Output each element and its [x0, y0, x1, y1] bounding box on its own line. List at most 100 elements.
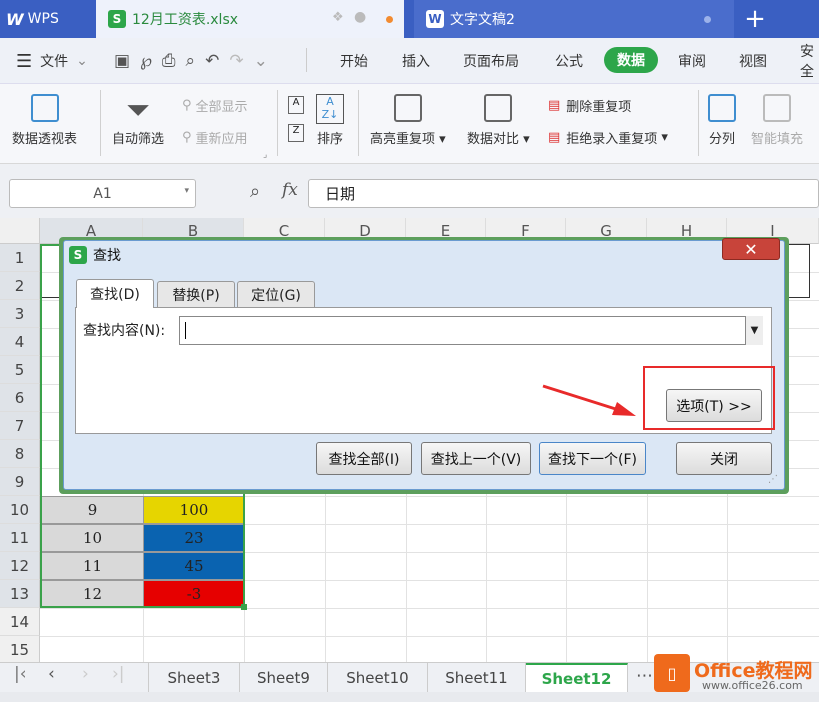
menu-data[interactable]: 数据	[604, 47, 658, 73]
row-header-4[interactable]: 4	[0, 328, 40, 356]
prev-sheet-icon[interactable]: ‹	[48, 664, 55, 684]
status-bar	[0, 692, 819, 702]
bulb-icon[interactable]: ●	[354, 9, 366, 25]
find-all-button[interactable]: 查找全部(I)	[316, 442, 412, 475]
file-menu[interactable]: ☰ 文件 ⌄	[16, 38, 88, 84]
row-header-5[interactable]: 5	[0, 356, 40, 384]
tab-find[interactable]: 查找(D)	[76, 279, 154, 308]
reapply-button[interactable]: ⚲ 重新应用	[182, 128, 248, 147]
pivot-table-button[interactable]: 数据透视表	[12, 94, 77, 147]
text-cursor	[185, 322, 186, 339]
highlight-duplicates-icon	[393, 94, 422, 122]
dialog-title-bar[interactable]: S 查找	[63, 240, 785, 270]
dialog-launcher-icon[interactable]: ⌟	[263, 150, 267, 160]
print-icon[interactable]: ⎙	[162, 51, 186, 71]
menu-review[interactable]: 审阅	[678, 38, 706, 84]
highlight-duplicates-button[interactable]: 高亮重复项 ▾	[370, 94, 446, 147]
last-sheet-icon[interactable]: ›|	[112, 664, 125, 684]
sort-asc-icon[interactable]: A	[288, 96, 304, 114]
find-content-input[interactable]	[179, 316, 763, 345]
reject-duplicates-button[interactable]: ▤ 拒绝录入重复项 ▾	[548, 128, 668, 147]
row-header-3[interactable]: 3	[0, 300, 40, 328]
row-header-12[interactable]: 12	[0, 552, 40, 580]
chevron-down-icon: ▾	[661, 130, 668, 145]
chevron-down-icon[interactable]: ⌄	[254, 51, 278, 71]
tab-doc-file[interactable]: W 文字文稿2	[414, 0, 734, 38]
cell-reference: A1	[93, 185, 112, 202]
menu-page-layout[interactable]: 页面布局	[463, 38, 519, 84]
sheet-tab-sheet11[interactable]: Sheet11	[428, 663, 526, 692]
row-header-8[interactable]: 8	[0, 440, 40, 468]
data-compare-button[interactable]: 数据对比 ▾	[467, 94, 530, 147]
chevron-down-icon: ▼	[750, 325, 759, 336]
row-header-1[interactable]: 1	[0, 244, 40, 272]
spreadsheet-icon: S	[69, 246, 87, 264]
sheet-tab-sheet10[interactable]: Sheet10	[328, 663, 428, 692]
zoom-search-icon[interactable]: ⌕	[250, 181, 260, 202]
show-all-button[interactable]: ⚲ 全部显示	[182, 96, 248, 115]
dialog-title: 查找	[93, 248, 121, 264]
find-previous-button[interactable]: 查找上一个(V)	[421, 442, 531, 475]
ribbon-divider	[277, 90, 278, 156]
row-header-11[interactable]: 11	[0, 524, 40, 552]
undo-icon[interactable]: ↶	[205, 51, 229, 71]
pivot-table-label: 数据透视表	[12, 132, 78, 147]
spreadsheet-icon: S	[108, 10, 126, 28]
tab-goto[interactable]: 定位(G)	[237, 281, 315, 307]
tab-xlsx-file[interactable]: S 12月工资表.xlsx ❖ ●	[96, 0, 404, 38]
options-button[interactable]: 选项(T) >>	[666, 389, 762, 422]
menu-formula[interactable]: 公式	[555, 38, 583, 84]
row-header-14[interactable]: 14	[0, 608, 40, 636]
find-history-dropdown[interactable]: ▼	[745, 316, 763, 345]
sort-desc-icon[interactable]: Z	[288, 124, 304, 142]
row-header-10[interactable]: 10	[0, 496, 40, 524]
find-next-button[interactable]: 查找下一个(F)	[539, 442, 646, 475]
menu-start[interactable]: 开始	[340, 38, 368, 84]
format-painter-icon[interactable]: ℘	[140, 51, 162, 71]
next-sheet-icon[interactable]: ›	[82, 664, 89, 684]
new-tab-button[interactable]: +	[735, 0, 775, 38]
row-header-13[interactable]: 13	[0, 580, 40, 608]
row-gridline	[40, 636, 819, 637]
menu-view[interactable]: 视图	[739, 38, 767, 84]
chevron-down-icon[interactable]: ▾	[184, 186, 189, 196]
row-header-7[interactable]: 7	[0, 412, 40, 440]
dialog-close-icon[interactable]: ✕	[722, 238, 780, 260]
wps-logo-icon: W	[6, 9, 24, 29]
smart-fill-label: 智能填充	[751, 132, 804, 147]
print-preview-icon[interactable]: ⌕	[186, 51, 206, 71]
fill-handle[interactable]	[241, 604, 247, 610]
autofilter-label: 自动筛选	[112, 132, 165, 147]
delete-duplicates-button[interactable]: ▤ 删除重复项	[548, 96, 631, 115]
split-column-label: 分列	[708, 132, 735, 147]
row-header-2[interactable]: 2	[0, 272, 40, 300]
sheet-tab-sheet12[interactable]: Sheet12	[526, 663, 628, 692]
first-sheet-icon[interactable]: |‹	[14, 664, 27, 684]
sheet-tab-sheet9[interactable]: Sheet9	[240, 663, 328, 692]
quick-access-toolbar[interactable]: ▣ ℘ ⎙ ⌕ ↶ ↷ ⌄	[114, 38, 278, 84]
pin-icon[interactable]: ❖	[332, 10, 344, 25]
file-menu-label: 文件	[40, 54, 69, 70]
menu-insert[interactable]: 插入	[402, 38, 430, 84]
menu-security[interactable]: 安全	[800, 38, 819, 84]
row-header-6[interactable]: 6	[0, 384, 40, 412]
row-header-15[interactable]: 15	[0, 636, 40, 664]
tab-replace[interactable]: 替换(P)	[157, 281, 235, 307]
wps-home-tab[interactable]: W WPS	[0, 0, 96, 38]
save-icon[interactable]: ▣	[114, 51, 140, 71]
close-button[interactable]: 关闭	[676, 442, 772, 475]
smart-fill-button[interactable]: 智能填充	[751, 94, 803, 147]
fx-icon[interactable]: fx	[282, 180, 298, 200]
resize-grip-icon[interactable]: ⋰	[768, 474, 778, 485]
autofilter-button[interactable]: ⏷ 自动筛选	[112, 94, 165, 148]
formula-input[interactable]: 日期	[308, 179, 819, 208]
row-header-9[interactable]: 9	[0, 468, 40, 496]
sheet-tab-sheet3[interactable]: Sheet3	[148, 663, 240, 692]
select-all-corner[interactable]	[0, 218, 40, 244]
sort-button[interactable]: A Z↓ 排序	[316, 94, 344, 147]
name-box[interactable]: A1 ▾	[9, 179, 196, 208]
more-sheets-icon[interactable]: ⋯	[636, 666, 653, 686]
office-logo-icon: ▯	[654, 654, 690, 692]
split-column-button[interactable]: 分列	[708, 94, 736, 147]
redo-icon[interactable]: ↷	[229, 51, 253, 71]
